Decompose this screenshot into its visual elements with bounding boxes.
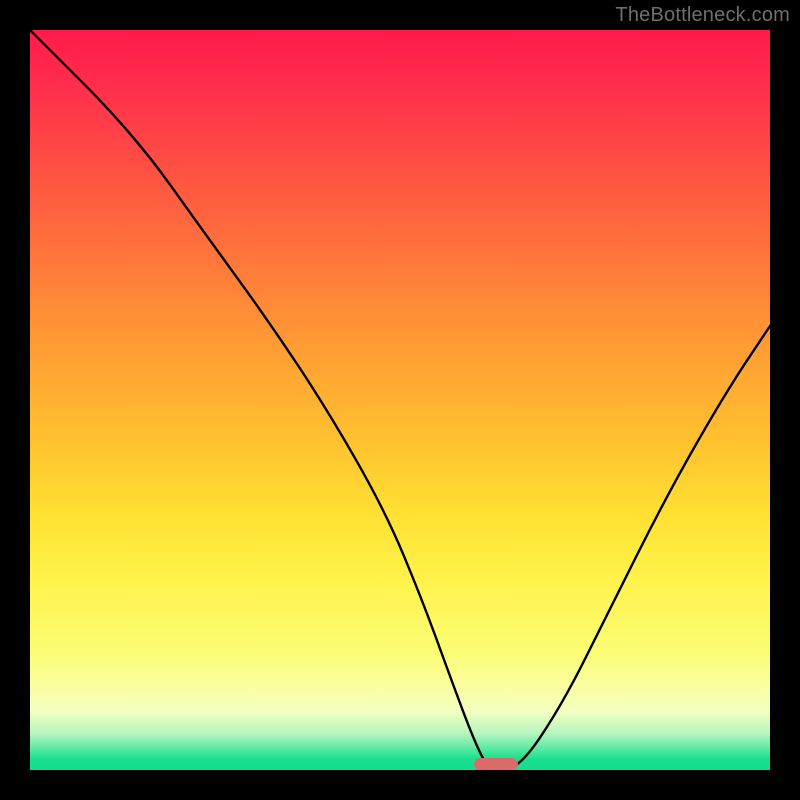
plot-area <box>30 30 770 770</box>
chart-frame: TheBottleneck.com <box>0 0 800 800</box>
curve-path <box>30 30 770 770</box>
watermark-label: TheBottleneck.com <box>615 4 790 27</box>
minimum-marker <box>474 758 518 770</box>
bottleneck-curve <box>30 30 770 770</box>
